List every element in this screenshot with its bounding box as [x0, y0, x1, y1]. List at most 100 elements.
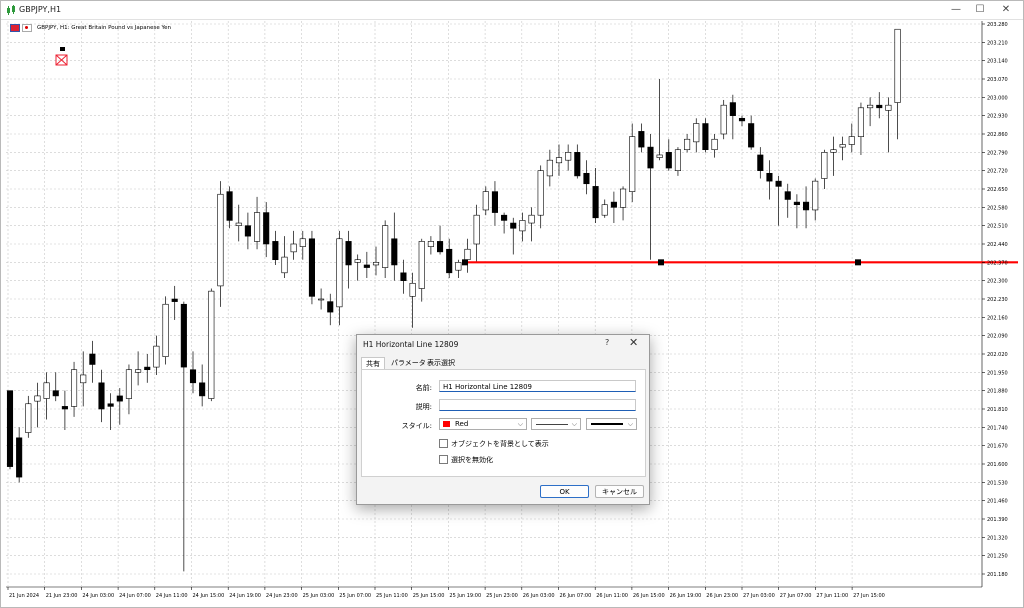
price-tick-label: 202.720 — [987, 169, 1008, 175]
time-tick-label: 25 Jun 23:00 — [486, 593, 518, 599]
time-tick-label: 25 Jun 11:00 — [376, 593, 408, 599]
description-label: 説明: — [415, 403, 432, 411]
time-tick-label: 26 Jun 03:00 — [523, 593, 555, 599]
candle — [6, 390, 14, 470]
time-tick-label: 26 Jun 19:00 — [670, 593, 702, 599]
price-tick-label: 202.090 — [987, 334, 1008, 340]
time-tick-label: 25 Jun 07:00 — [339, 593, 371, 599]
candle — [162, 296, 169, 365]
price-tick-label: 201.670 — [987, 444, 1008, 450]
time-tick-label: 27 Jun 11:00 — [816, 593, 848, 599]
candle — [720, 99, 727, 140]
price-tick-label: 201.950 — [987, 370, 1008, 376]
time-tick-label: 26 Jun 11:00 — [596, 593, 628, 599]
time-tick-label: 24 Jun 03:00 — [82, 593, 114, 599]
object-properties-dialog: H1 Horizontal Line 12809 ? ✕ 共有 パラメータ 表示… — [356, 334, 650, 505]
common-tab-panel: 名前: H1 Horizontal Line 12809 説明: スタイル: R… — [361, 369, 646, 477]
jpy-flag-icon — [22, 24, 32, 32]
price-tick-label: 201.880 — [987, 389, 1008, 395]
title-bar: GBPJPY,H1 — ☐ ✕ — [1, 1, 1023, 20]
line-anchor-handle[interactable] — [658, 259, 664, 266]
candle — [308, 230, 316, 305]
gbp-flag-icon — [10, 24, 20, 32]
background-checkbox-label: オブジェクトを背景として表示 — [451, 440, 549, 448]
price-tick-label: 203.070 — [987, 77, 1008, 83]
chevron-down-icon: ⌵ — [571, 420, 577, 428]
close-icon[interactable]: ✕ — [629, 336, 638, 349]
price-tick-label: 201.600 — [987, 462, 1008, 468]
time-tick-label: 24 Jun 11:00 — [156, 593, 188, 599]
time-tick-label: 25 Jun 15:00 — [413, 593, 445, 599]
time-tick-label: 25 Jun 03:00 — [303, 593, 335, 599]
price-tick-label: 201.320 — [987, 535, 1008, 541]
price-tick-label: 202.930 — [987, 114, 1008, 120]
price-tick-label: 202.580 — [987, 205, 1008, 211]
time-tick-label: 24 Jun 19:00 — [229, 593, 261, 599]
terminal-window: GBPJPY,H1 — ☐ ✕ 203.280 203.210 203.140 203… — [0, 0, 1024, 608]
time-tick-label: 26 Jun 23:00 — [706, 593, 738, 599]
price-tick-label: 202.300 — [987, 279, 1008, 285]
name-label: 名前: — [415, 384, 432, 392]
line-width-preview — [591, 423, 623, 425]
time-tick-label: 26 Jun 15:00 — [633, 593, 665, 599]
chevron-down-icon: ⌵ — [627, 420, 633, 428]
line-style-preview — [536, 424, 568, 425]
close-window-button[interactable]: ✕ — [995, 2, 1017, 18]
price-tick-label: 201.460 — [987, 499, 1008, 505]
color-name: Red — [455, 420, 469, 428]
price-tick-label: 202.160 — [987, 315, 1008, 321]
price-tick-label: 202.510 — [987, 224, 1008, 230]
price-tick-label: 203.210 — [987, 40, 1008, 46]
price-tick-label: 202.370 — [987, 260, 1008, 266]
time-tick-label: 27 Jun 15:00 — [853, 593, 885, 599]
price-tick-label: 201.740 — [987, 425, 1008, 431]
price-chart[interactable]: 203.280 203.210 203.140 203.070 203.000 202.9… — [6, 21, 1018, 603]
price-tick-label: 201.530 — [987, 480, 1008, 486]
symbol-caption-bar: GBPJPY, H1: Great Britain Pound vs Japan… — [10, 24, 171, 32]
time-tick-label: 24 Jun 23:00 — [266, 593, 298, 599]
candle — [208, 288, 215, 402]
maximize-button[interactable]: ☐ — [969, 2, 991, 18]
time-tick-label: 25 Jun 19:00 — [449, 593, 481, 599]
dialog-title: H1 Horizontal Line 12809 — [363, 340, 459, 349]
ok-button[interactable]: OK — [540, 485, 589, 498]
help-icon[interactable]: ? — [605, 338, 609, 347]
price-tick-label: 203.000 — [987, 95, 1008, 101]
name-input[interactable]: H1 Horizontal Line 12809 — [439, 380, 636, 392]
chart-canvas[interactable]: 203.280 203.210 203.140 203.070 203.000 202.9… — [6, 21, 1018, 603]
window-title: GBPJPY,H1 — [19, 5, 62, 14]
minimize-button[interactable]: — — [945, 2, 967, 18]
price-tick-label: 201.810 — [987, 407, 1008, 413]
line-width-select[interactable]: ⌵ — [586, 418, 637, 430]
chart-app-icon — [7, 5, 15, 15]
tab-visualization[interactable]: 表示選択 — [423, 357, 459, 369]
price-tick-label: 203.280 — [987, 22, 1008, 28]
price-tick-label: 202.230 — [987, 297, 1008, 303]
cancel-button[interactable]: キャンセル — [595, 485, 644, 498]
time-tick-label: 21 Jun 23:00 — [46, 593, 78, 599]
time-tick-label: 27 Jun 07:00 — [780, 593, 812, 599]
price-tick-label: 202.020 — [987, 352, 1008, 358]
disable-selection-checkbox-label: 選択を無効化 — [451, 456, 493, 464]
style-label: スタイル: — [401, 422, 432, 430]
color-select[interactable]: Red ⌵ — [439, 418, 527, 430]
trade-signal-icon — [55, 47, 68, 66]
background-checkbox[interactable] — [439, 439, 448, 448]
time-tick-label: 21 Jun 2024 — [9, 593, 39, 599]
line-anchor-handle[interactable] — [462, 259, 468, 266]
time-tick-label: 24 Jun 15:00 — [193, 593, 225, 599]
line-style-select[interactable]: ⌵ — [531, 418, 581, 430]
price-tick-label: 202.440 — [987, 242, 1008, 248]
price-tick-label: 202.860 — [987, 132, 1008, 138]
time-tick-label: 24 Jun 07:00 — [119, 593, 151, 599]
price-tick-label: 201.390 — [987, 517, 1008, 523]
price-tick-label: 201.250 — [987, 554, 1008, 560]
disable-selection-checkbox[interactable] — [439, 455, 448, 464]
time-tick-label: 26 Jun 07:00 — [560, 593, 592, 599]
time-tick-label: 27 Jun 03:00 — [743, 593, 775, 599]
line-anchor-handle[interactable] — [855, 259, 861, 266]
description-input[interactable] — [439, 399, 636, 411]
price-tick-label: 202.650 — [987, 187, 1008, 193]
candle — [702, 118, 709, 153]
price-tick-label: 203.140 — [987, 59, 1008, 65]
